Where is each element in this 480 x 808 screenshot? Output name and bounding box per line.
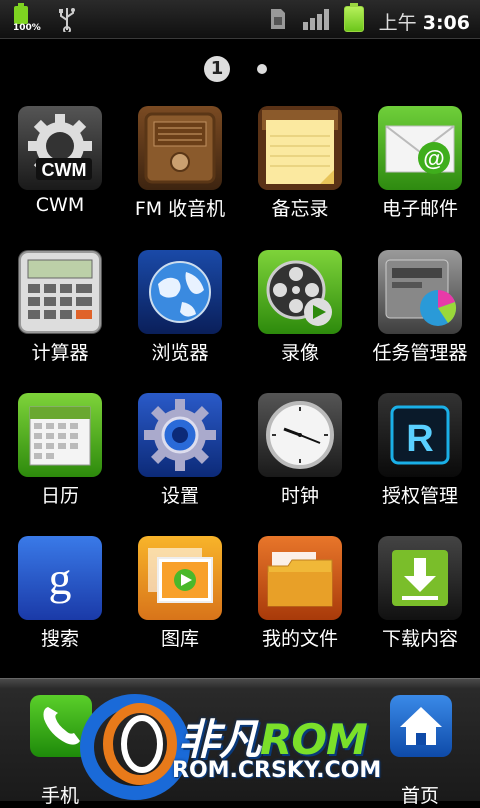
app-label: 设置 [160, 485, 199, 507]
app-fm-radio[interactable]: FM 收音机 [120, 106, 240, 236]
dock-label: 首页 [400, 785, 439, 807]
signal-icon [303, 9, 329, 30]
time-prefix: 上午 [378, 12, 417, 34]
app-label: 时钟 [280, 485, 319, 507]
clock-icon [258, 393, 342, 477]
app-search[interactable]: g 搜索 [0, 536, 120, 666]
battery-percent: 100% [13, 23, 41, 33]
task-manager-icon [378, 250, 462, 334]
email-icon: @ [378, 106, 462, 190]
status-bar[interactable]: 100% 上午 3:06 [0, 0, 480, 39]
svg-text:R: R [406, 418, 433, 460]
svg-text:g: g [49, 553, 72, 604]
battery-small-icon [14, 3, 28, 24]
app-label: FM 收音机 [134, 198, 226, 220]
app-label: 浏览器 [151, 342, 209, 364]
app-settings[interactable]: 设置 [120, 393, 240, 523]
time-value: 3:06 [422, 12, 470, 34]
film-reel-icon [258, 250, 342, 334]
gear-icon: CWM [18, 106, 102, 190]
superuser-icon: R [378, 393, 462, 477]
app-label: CWM [35, 194, 85, 216]
sim-icon [271, 9, 285, 29]
app-email[interactable]: @ 电子邮件 [360, 106, 480, 236]
app-downloads[interactable]: 下载内容 [360, 536, 480, 666]
calendar-icon [18, 393, 102, 477]
globe-icon [138, 250, 222, 334]
folder-icon [258, 536, 342, 620]
page-indicator-dot[interactable] [257, 64, 267, 74]
app-label: 授权管理 [381, 485, 458, 507]
app-calendar[interactable]: 日历 [0, 393, 120, 523]
app-label: 图库 [160, 628, 199, 650]
app-browser[interactable]: 浏览器 [120, 250, 240, 380]
app-clock[interactable]: 时钟 [240, 393, 360, 523]
dock: 手机 首页 [0, 678, 480, 807]
phone-icon [30, 695, 92, 757]
page-indicator: 1 [0, 55, 480, 85]
page-indicator-current[interactable]: 1 [204, 56, 230, 82]
app-label: 任务管理器 [372, 342, 468, 364]
radio-icon [138, 106, 222, 190]
svg-text:CWM: CWM [42, 160, 87, 180]
app-label: 我的文件 [261, 628, 338, 650]
gallery-icon [138, 536, 222, 620]
app-label: 备忘录 [271, 198, 329, 220]
settings-gear-icon [138, 393, 222, 477]
app-gallery[interactable]: 图库 [120, 536, 240, 666]
app-label: 电子邮件 [381, 198, 458, 220]
svg-text:@: @ [423, 146, 444, 171]
app-video-recorder[interactable]: 录像 [240, 250, 360, 380]
app-label: 下载内容 [381, 628, 458, 650]
app-calculator[interactable]: 计算器 [0, 250, 120, 380]
home-icon [390, 695, 452, 757]
usb-icon [59, 8, 75, 32]
app-label: 录像 [280, 342, 319, 364]
calculator-icon [18, 250, 102, 334]
app-task-manager[interactable]: 任务管理器 [360, 250, 480, 380]
clock: 上午 3:06 [379, 8, 470, 35]
app-label: 日历 [40, 485, 79, 507]
notepad-icon [258, 106, 342, 190]
app-label: 计算器 [31, 342, 89, 364]
download-icon [378, 536, 462, 620]
app-cwm[interactable]: CWM CWM [0, 106, 120, 236]
app-superuser[interactable]: R 授权管理 [360, 393, 480, 523]
app-label: 搜索 [40, 628, 79, 650]
app-memo[interactable]: 备忘录 [240, 106, 360, 236]
dock-label: 手机 [40, 785, 79, 807]
app-my-files[interactable]: 我的文件 [240, 536, 360, 666]
google-search-icon: g [18, 536, 102, 620]
battery-icon [344, 3, 364, 32]
